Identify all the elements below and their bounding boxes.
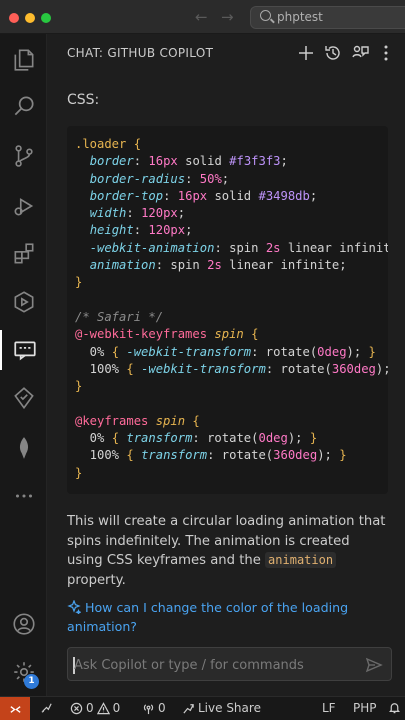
command-center-text: phptest bbox=[277, 10, 323, 24]
remote-indicator-icon[interactable] bbox=[0, 697, 30, 720]
code-block[interactable]: .loader { border: 16px solid #f3f3f3; bo… bbox=[67, 126, 388, 494]
ports-indicator[interactable]: 0 bbox=[142, 701, 166, 715]
chat-input-box[interactable] bbox=[67, 647, 392, 681]
code-content: .loader { border: 16px solid #f3f3f3; bo… bbox=[75, 137, 388, 480]
maximize-window-button[interactable] bbox=[41, 13, 51, 23]
more-icon[interactable] bbox=[0, 476, 47, 516]
problems-indicator[interactable]: 0 0 bbox=[70, 701, 120, 715]
activity-bar bbox=[0, 34, 47, 696]
paragraph-text-end: property. bbox=[67, 572, 126, 588]
extensions-icon[interactable] bbox=[0, 234, 47, 274]
paragraph-text: This will create a circular loading anim… bbox=[67, 514, 386, 569]
ports-count: 0 bbox=[158, 701, 166, 715]
leaf-icon[interactable] bbox=[0, 428, 47, 468]
history-icon[interactable] bbox=[323, 43, 343, 63]
chat-panel: CHAT: GITHUB COPILOT CSS: .loader { bord… bbox=[47, 34, 405, 696]
close-window-button[interactable] bbox=[9, 13, 19, 23]
minimize-window-button[interactable] bbox=[25, 13, 35, 23]
deploy-icon[interactable] bbox=[0, 282, 47, 322]
accounts-icon[interactable] bbox=[0, 604, 47, 644]
source-control-icon[interactable] bbox=[0, 136, 47, 176]
status-bar: 0 0 0 Live Share LF PHP bbox=[0, 696, 405, 720]
search-icon[interactable] bbox=[0, 86, 47, 126]
command-center-search[interactable]: phptest bbox=[250, 6, 405, 29]
error-icon bbox=[70, 702, 83, 714]
warning-count: 0 bbox=[112, 701, 121, 715]
chat-input[interactable] bbox=[74, 654, 354, 676]
language-label: PHP bbox=[353, 701, 377, 715]
explorer-icon[interactable] bbox=[0, 40, 47, 80]
live-share-label: Live Share bbox=[198, 701, 261, 715]
language-mode-selector[interactable]: PHP bbox=[353, 701, 377, 715]
notifications-bell-icon[interactable] bbox=[388, 701, 401, 714]
title-bar: ← → phptest bbox=[0, 0, 405, 34]
end-of-line-selector[interactable]: LF bbox=[322, 701, 336, 715]
search-icon bbox=[260, 10, 271, 21]
live-share-icon bbox=[183, 703, 194, 714]
settings-gear-icon[interactable] bbox=[0, 652, 47, 692]
live-share-button[interactable]: Live Share bbox=[182, 701, 261, 715]
suggestion-text: How can I change the color of the loadin… bbox=[67, 600, 349, 634]
copilot-icon[interactable] bbox=[0, 378, 47, 418]
response-language-label: CSS: bbox=[67, 92, 100, 108]
chat-icon[interactable] bbox=[0, 330, 47, 370]
eol-label: LF bbox=[322, 701, 336, 715]
warning-icon bbox=[96, 701, 110, 714]
settings-badge: 1 bbox=[24, 674, 39, 689]
arrow-left-icon[interactable]: ← bbox=[195, 8, 208, 26]
broadcast-icon bbox=[143, 703, 154, 714]
more-actions-icon[interactable] bbox=[376, 43, 396, 63]
error-count: 0 bbox=[86, 701, 94, 715]
panel-title: CHAT: GITHUB COPILOT bbox=[67, 46, 214, 60]
new-chat-icon[interactable] bbox=[296, 43, 316, 63]
response-paragraph: This will create a circular loading anim… bbox=[67, 512, 387, 590]
arrow-right-icon[interactable]: → bbox=[221, 8, 234, 26]
inline-code: animation bbox=[265, 552, 337, 569]
send-icon[interactable] bbox=[365, 656, 383, 674]
run-debug-icon[interactable] bbox=[0, 186, 47, 226]
chat-panel-header: CHAT: GITHUB COPILOT bbox=[47, 34, 405, 72]
followup-suggestion[interactable]: How can I change the color of the loadin… bbox=[67, 599, 367, 636]
chat-editor-icon[interactable] bbox=[350, 43, 370, 63]
sparkle-icon bbox=[67, 600, 81, 614]
sync-icon[interactable] bbox=[40, 701, 53, 714]
